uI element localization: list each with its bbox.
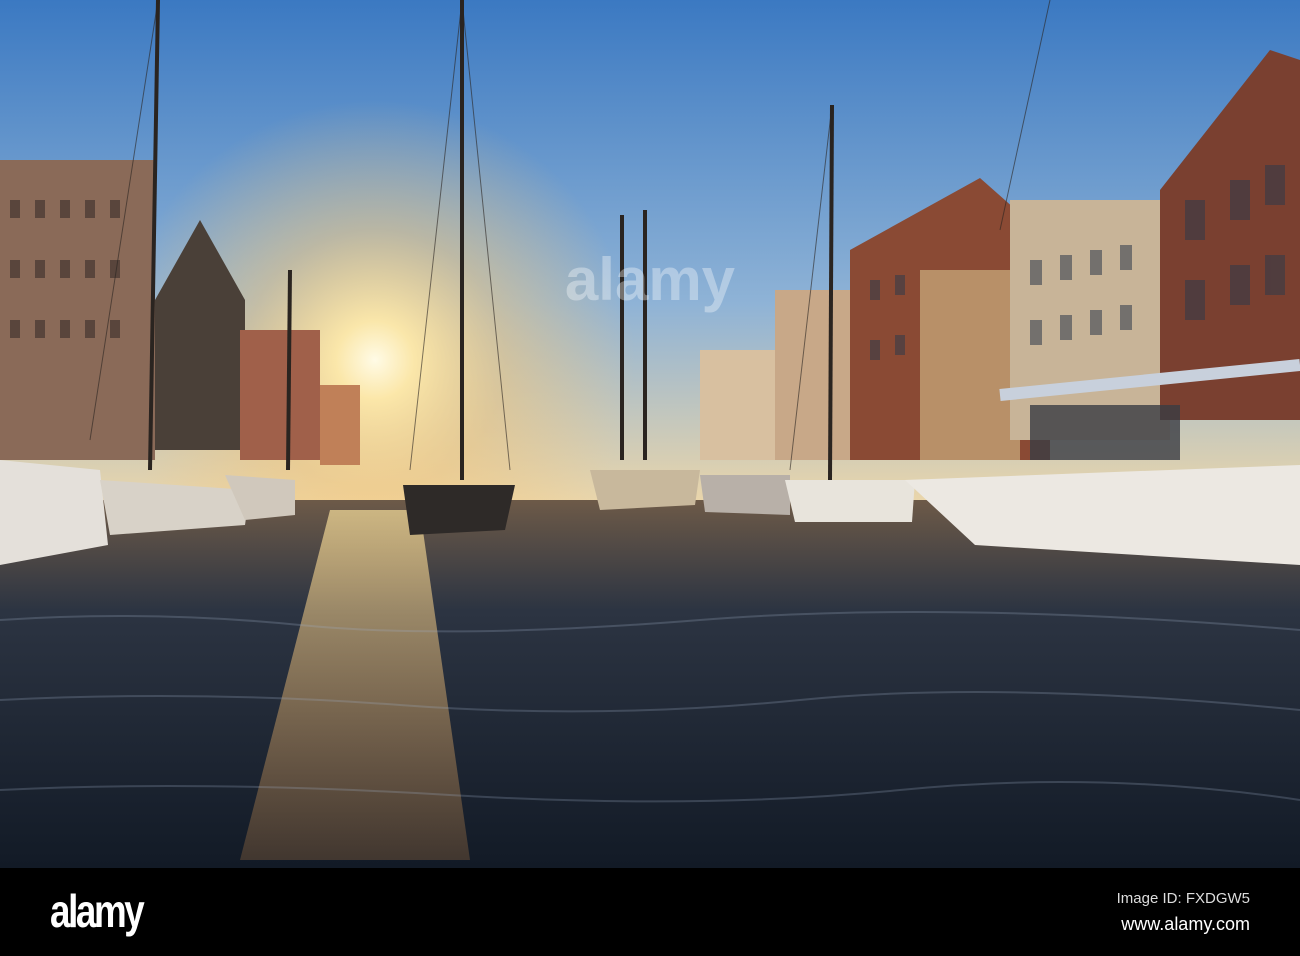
website-link[interactable]: www.alamy.com <box>1121 914 1250 935</box>
footer-bar: alamy Image ID: FXDGW5 www.alamy.com <box>0 868 1300 956</box>
canal-sunset-scene: alamy <box>0 0 1300 868</box>
image-id-label: Image ID: FXDGW5 <box>1116 890 1250 907</box>
watermark-text: alamy <box>565 246 736 313</box>
alamy-logo[interactable]: alamy <box>50 884 145 938</box>
harbor-photo: alamy <box>0 0 1300 868</box>
